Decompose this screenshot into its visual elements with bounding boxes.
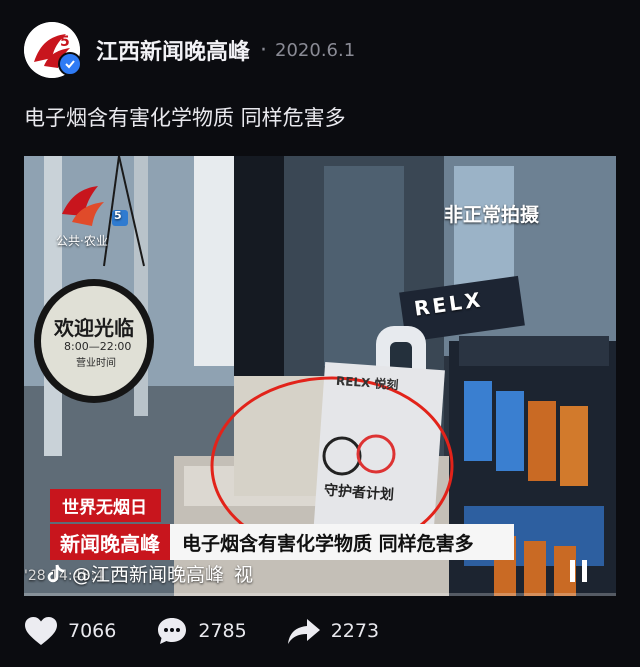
pause-icon (570, 560, 587, 582)
watermark-trail: 视 (234, 564, 254, 586)
video-player[interactable]: 公共·农业 5 非正常拍摄 欢迎光临 8:00—22:00 营业时间 RELX … (24, 156, 616, 596)
hidden-filming-label: 非正常拍摄 (444, 204, 540, 226)
tiktok-logo-icon (47, 564, 65, 582)
lower-third-show-name: 新闻晚高峰 (50, 524, 170, 560)
action-bar: 7066 2785 2273 (24, 616, 419, 646)
news-lower-third: 世界无烟日 新闻晚高峰 电子烟含有害化学物质 同样危害多 (50, 489, 514, 560)
verified-badge-icon (58, 52, 82, 76)
like-count: 7066 (68, 620, 117, 642)
watermark: @江西新闻晚高峰 视 (46, 560, 253, 587)
watermark-account: @江西新闻晚高峰 (72, 564, 225, 586)
lower-third-bar: 新闻晚高峰 电子烟含有害化学物质 同样危害多 (50, 524, 514, 560)
sign-line-1: 欢迎光临 (54, 316, 134, 340)
pause-button[interactable] (568, 558, 590, 588)
lower-third-topic: 世界无烟日 (50, 489, 161, 522)
comment-count: 2785 (198, 620, 247, 642)
lower-third-headline: 电子烟含有害化学物质 同样危害多 (170, 524, 514, 560)
comment-button[interactable]: 2785 (156, 616, 247, 646)
post-text: 电子烟含有害化学物质 同样危害多 (24, 106, 346, 130)
video-progress-bar[interactable] (24, 593, 616, 596)
like-button[interactable]: 7066 (24, 616, 116, 646)
separator-dot: · (260, 37, 268, 63)
share-count: 2273 (330, 620, 380, 642)
sign-line-2: 8:00—22:00 (64, 340, 132, 353)
post-date: 2020.6.1 (275, 39, 356, 61)
avatar-container[interactable]: 5 (24, 22, 82, 78)
author-name[interactable]: 江西新闻晚高峰 (96, 34, 250, 66)
svg-text:5: 5 (60, 34, 70, 50)
station-channel-number: 5 (114, 209, 122, 222)
sign-line-3: 营业时间 (76, 358, 116, 369)
station-logo-text: 公共·农业 (56, 234, 108, 248)
comment-icon (158, 618, 187, 644)
heart-icon (25, 617, 57, 645)
share-arrow-icon (287, 619, 320, 644)
post-header: 5 江西新闻晚高峰 · 2020.6.1 (24, 22, 624, 78)
share-button[interactable]: 2273 (287, 617, 379, 645)
